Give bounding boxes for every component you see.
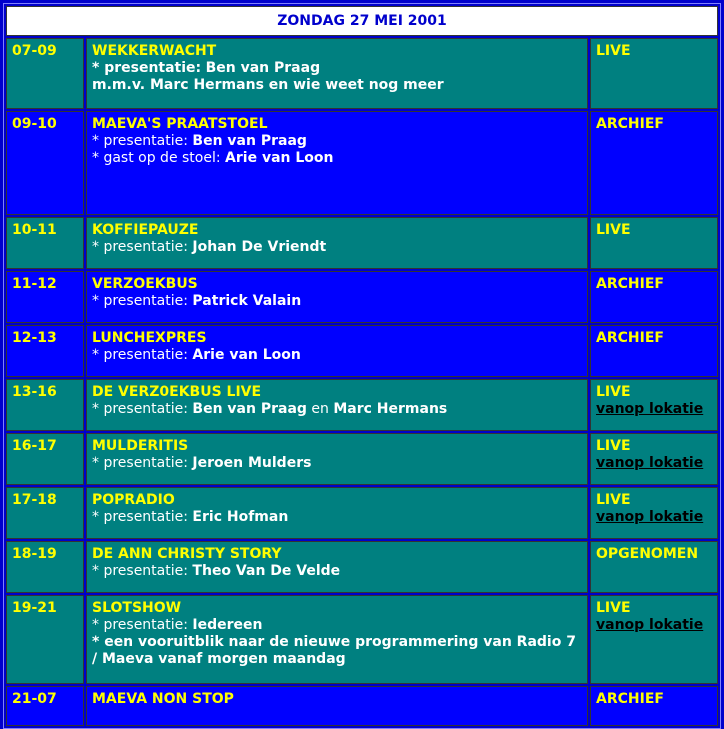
time-slot: 16-17	[6, 433, 84, 485]
location-link[interactable]: vanop lokatie	[596, 617, 712, 634]
broadcast-status: LIVE vanop lokatie	[590, 379, 718, 431]
broadcast-status: ARCHIEF	[590, 111, 718, 215]
program-note: * een vooruitblik naar de nieuwe program…	[92, 634, 576, 667]
presenter-name: Patrick Valain	[192, 293, 302, 309]
program-title: KOFFIEPAUZE	[92, 222, 199, 238]
presenter-name: Ben van Praag	[192, 133, 307, 149]
status-label: LIVE	[596, 492, 631, 508]
broadcast-status: LIVE vanop lokatie	[590, 433, 718, 485]
status-label: LIVE	[596, 438, 631, 454]
presenter-line: * presentatie: Jeroen Mulders	[92, 455, 312, 471]
broadcast-status: OPGENOMEN	[590, 541, 718, 593]
program-title: POPRADIO	[92, 492, 175, 508]
presenter-name: Marc Hermans	[333, 401, 448, 417]
broadcast-status: LIVE	[590, 217, 718, 269]
program-title: MULDERITIS	[92, 438, 189, 454]
schedule-row: 09-10 MAEVA'S PRAATSTOEL * presentatie: …	[6, 111, 718, 215]
program-info: MAEVA NON STOP	[86, 686, 588, 726]
time-slot: 19-21	[6, 595, 84, 684]
presenter-line: * presentatie: Theo Van De Velde	[92, 563, 341, 579]
schedule-row: 11-12 VERZOEKBUS * presentatie: Patrick …	[6, 271, 718, 323]
presenter-line: * presentatie: Patrick Valain	[92, 293, 302, 309]
presenter-name: Iedereen	[192, 617, 263, 633]
schedule-table: ZONDAG 27 MEI 2001 07-09 WEKKERWACHT * p…	[3, 3, 721, 729]
presenter-line: * presentatie: Eric Hofman	[92, 509, 289, 525]
schedule-row: 17-18 POPRADIO * presentatie: Eric Hofma…	[6, 487, 718, 539]
presenter-name: Theo Van De Velde	[192, 563, 341, 579]
location-link[interactable]: vanop lokatie	[596, 455, 712, 472]
presenter-line: * presentatie: Iedereen	[92, 617, 263, 633]
presenter-name: Ben van Praag	[205, 60, 321, 76]
time-slot: 11-12	[6, 271, 84, 323]
presenter-line: * presentatie: Arie van Loon	[92, 347, 301, 363]
guest-line: * gast op de stoel: Arie van Loon	[92, 150, 334, 166]
program-title: SLOTSHOW	[92, 600, 182, 616]
program-info: POPRADIO * presentatie: Eric Hofman	[86, 487, 588, 539]
status-label: LIVE	[596, 384, 631, 400]
presenter-name: Ben van Praag	[192, 401, 307, 417]
broadcast-status: LIVE vanop lokatie	[590, 487, 718, 539]
program-info: LUNCHEXPRES * presentatie: Arie van Loon	[86, 325, 588, 377]
schedule-row: 13-16 DE VERZ0EKBUS LIVE * presentatie: …	[6, 379, 718, 431]
program-title: VERZOEKBUS	[92, 276, 198, 292]
presenter-line: * presentatie: Johan De Vriendt	[92, 239, 327, 255]
presenter-line: * presentatie: Ben van Praag	[92, 60, 321, 76]
time-slot: 21-07	[6, 686, 84, 726]
schedule-row: 18-19 DE ANN CHRISTY STORY * presentatie…	[6, 541, 718, 593]
time-slot: 17-18	[6, 487, 84, 539]
schedule-row: 16-17 MULDERITIS * presentatie: Jeroen M…	[6, 433, 718, 485]
program-note: m.m.v. Marc Hermans en wie weet nog meer	[92, 77, 444, 93]
schedule-row: 21-07 MAEVA NON STOP ARCHIEF	[6, 686, 718, 726]
status-label: LIVE	[596, 600, 631, 616]
time-slot: 09-10	[6, 111, 84, 215]
program-info: DE VERZ0EKBUS LIVE * presentatie: Ben va…	[86, 379, 588, 431]
program-info: SLOTSHOW * presentatie: Iedereen * een v…	[86, 595, 588, 684]
presenter-name: Johan De Vriendt	[192, 239, 327, 255]
location-link[interactable]: vanop lokatie	[596, 401, 712, 418]
schedule-row: 12-13 LUNCHEXPRES * presentatie: Arie va…	[6, 325, 718, 377]
schedule-date-header: ZONDAG 27 MEI 2001	[6, 6, 718, 36]
presenter-name: Eric Hofman	[192, 509, 289, 525]
program-info: WEKKERWACHT * presentatie: Ben van Praag…	[86, 38, 588, 109]
presenter-line: * presentatie: Ben van Praag en Marc Her…	[92, 401, 448, 417]
location-link[interactable]: vanop lokatie	[596, 509, 712, 526]
schedule-row: 10-11 KOFFIEPAUZE * presentatie: Johan D…	[6, 217, 718, 269]
broadcast-status: LIVE	[590, 38, 718, 109]
broadcast-status: ARCHIEF	[590, 686, 718, 726]
program-title: DE VERZ0EKBUS LIVE	[92, 384, 262, 400]
presenter-name: Arie van Loon	[192, 347, 301, 363]
program-info: MULDERITIS * presentatie: Jeroen Mulders	[86, 433, 588, 485]
schedule-row: 07-09 WEKKERWACHT * presentatie: Ben van…	[6, 38, 718, 109]
schedule-row: 19-21 SLOTSHOW * presentatie: Iedereen *…	[6, 595, 718, 684]
time-slot: 13-16	[6, 379, 84, 431]
time-slot: 07-09	[6, 38, 84, 109]
presenter-name: Jeroen Mulders	[192, 455, 312, 471]
broadcast-status: LIVE vanop lokatie	[590, 595, 718, 684]
program-title: MAEVA'S PRAATSTOEL	[92, 116, 268, 132]
program-title: WEKKERWACHT	[92, 43, 217, 59]
program-info: KOFFIEPAUZE * presentatie: Johan De Vrie…	[86, 217, 588, 269]
broadcast-status: ARCHIEF	[590, 325, 718, 377]
program-title: LUNCHEXPRES	[92, 330, 207, 346]
program-info: VERZOEKBUS * presentatie: Patrick Valain	[86, 271, 588, 323]
program-info: MAEVA'S PRAATSTOEL * presentatie: Ben va…	[86, 111, 588, 215]
program-title: MAEVA NON STOP	[92, 691, 234, 707]
guest-name: Arie van Loon	[225, 150, 334, 166]
time-slot: 18-19	[6, 541, 84, 593]
program-info: DE ANN CHRISTY STORY * presentatie: Theo…	[86, 541, 588, 593]
time-slot: 10-11	[6, 217, 84, 269]
presenter-line: * presentatie: Ben van Praag	[92, 133, 307, 149]
time-slot: 12-13	[6, 325, 84, 377]
broadcast-status: ARCHIEF	[590, 271, 718, 323]
program-title: DE ANN CHRISTY STORY	[92, 546, 282, 562]
